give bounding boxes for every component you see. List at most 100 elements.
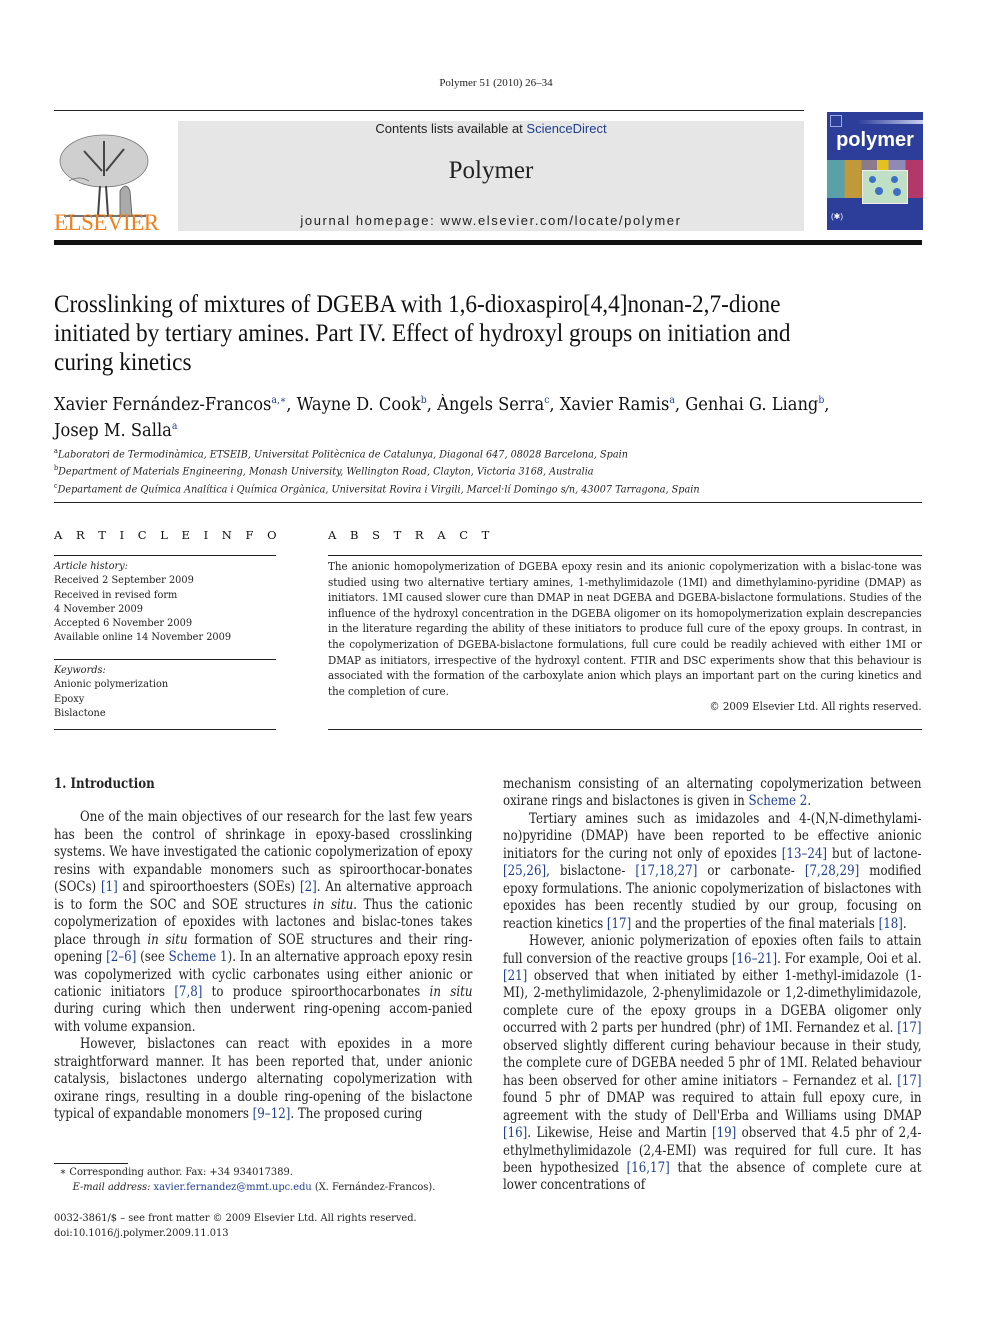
body-column-right: mechanism consisting of an alternating c…	[503, 776, 921, 1195]
citation-link[interactable]: [13–24]	[782, 846, 827, 862]
top-divider	[54, 110, 804, 111]
affiliation-item: cDepartament de Química Analítica i Quím…	[54, 481, 700, 496]
citation-link[interactable]: [18]	[879, 916, 903, 932]
text-run: found 5 phr of DMAP was required to atta…	[503, 1090, 922, 1124]
body-column-left: 1. Introduction One of the main objectiv…	[54, 776, 472, 1124]
citation-link[interactable]: [7,28,29]	[805, 863, 859, 879]
footnote-divider	[54, 1163, 128, 1164]
cover-publisher-icon: (✱)	[831, 212, 844, 221]
affiliation-list: aLaboratori de Termodinàmica, ETSEIB, Un…	[54, 444, 872, 496]
journal-cover-image[interactable]: polymer (✱)	[827, 112, 923, 230]
body-paragraph: mechanism consisting of an alternating c…	[503, 776, 921, 811]
doi-line[interactable]: doi:10.1016/j.polymer.2009.11.013	[54, 1226, 500, 1241]
text-run: and spiroorthoesters (SOEs)	[117, 879, 300, 896]
author[interactable]: Xavier Fernández-Francosa,∗,	[54, 395, 297, 415]
author[interactable]: Josep M. Sallaa	[54, 421, 177, 441]
body-paragraph: However, anionic polymerization of epoxi…	[503, 933, 921, 1195]
corresponding-author-note: ∗ Corresponding author. Fax: +34 9340173…	[59, 1166, 293, 1178]
cover-emblem-icon	[830, 115, 842, 127]
citation-link[interactable]: [21]	[503, 968, 527, 984]
citation-link[interactable]: [16,17]	[627, 1160, 670, 1176]
author[interactable]: Xavier Ramisa,	[560, 395, 686, 415]
citation-link[interactable]: [9–12]	[253, 1106, 291, 1122]
text-run: (see	[136, 949, 169, 966]
keyword-item: Anionic polymerization	[54, 678, 169, 691]
text-run: . The proposed curing	[290, 1106, 423, 1123]
cover-stripe	[857, 120, 923, 124]
citation-link[interactable]: [2]	[300, 879, 317, 895]
history-item: Received in revised form	[54, 588, 178, 601]
italic-text: in situ	[147, 931, 188, 948]
citation-link[interactable]: [2–6]	[106, 949, 136, 965]
section-heading: 1. Introduction	[54, 776, 155, 792]
citation-link[interactable]: [16–21]	[732, 951, 777, 967]
text-run: observed slightly different curing behav…	[503, 1037, 922, 1089]
affiliation-item: aLaboratori de Termodinàmica, ETSEIB, Un…	[54, 447, 628, 461]
journal-name: Polymer	[448, 157, 534, 184]
citation-link[interactable]: [19]	[712, 1125, 736, 1141]
email-label: E-mail address:	[72, 1181, 154, 1193]
text-run: mechanism consisting of an alternating c…	[503, 776, 922, 810]
header-thick-divider	[54, 240, 922, 245]
abstract-text: The anionic homopolymerization of DGEBA …	[328, 560, 922, 698]
citation-link[interactable]: [1]	[101, 879, 118, 895]
author[interactable]: Wayne D. Cookb,	[297, 395, 438, 415]
paragraphs: One of the main objectives of our resear…	[54, 809, 472, 1123]
email-note: E-mail address: xavier.fernandez@mmt.upc…	[54, 1180, 500, 1195]
text-run: but of lactone-	[827, 845, 922, 862]
citation-link[interactable]: [17]	[607, 916, 631, 932]
citation-link[interactable]: [7,8]	[174, 984, 202, 1000]
citation-link[interactable]: [25,26]	[503, 863, 546, 879]
text-run: .	[902, 915, 907, 932]
affiliation-item: bDepartment of Materials Engineering, Mo…	[54, 464, 594, 478]
citation-link[interactable]: [17]	[897, 1073, 921, 1089]
citation-link[interactable]: [17,18,27]	[635, 863, 697, 879]
history-item: Available online 14 November 2009	[54, 631, 232, 644]
abstract-divider	[328, 729, 922, 730]
journal-homepage-link[interactable]: journal homepage: www.elsevier.com/locat…	[178, 213, 804, 228]
elsevier-wordmark[interactable]: ELSEVIER	[54, 210, 159, 236]
body-paragraph: One of the main objectives of our resear…	[54, 809, 472, 1036]
author[interactable]: Àngels Serrac,	[437, 395, 560, 415]
citation-link[interactable]: [16]	[503, 1125, 527, 1141]
history-item: Accepted 6 November 2009	[54, 617, 193, 630]
abstract-body: The anionic homopolymerization of DGEBA …	[328, 559, 922, 715]
keywords-label: Keywords:	[54, 664, 106, 676]
keyword-item: Epoxy	[54, 692, 85, 705]
author[interactable]: Genhai G. Liangb,	[685, 395, 829, 415]
footnotes: ∗ Corresponding author. Fax: +34 9340173…	[54, 1165, 500, 1195]
body-paragraph: Tertiary amines such as imidazoles and 4…	[503, 811, 921, 933]
article-history: Article history: Received 2 September 20…	[54, 559, 277, 645]
body-paragraph: However, bislactones can react with epox…	[54, 1036, 472, 1123]
cover-inset-figure	[862, 170, 908, 204]
journal-masthead: Contents lists available at ScienceDirec…	[178, 121, 804, 231]
running-head: Polymer 51 (2010) 26–34	[439, 77, 553, 89]
cover-title: polymer	[836, 129, 914, 151]
issn-line: 0032-3861/$ – see front matter © 2009 El…	[54, 1212, 417, 1224]
contents-prefix: Contents lists available at	[375, 121, 527, 136]
text-run: . For example, Ooi et al.	[777, 950, 922, 967]
paragraphs: mechanism consisting of an alternating c…	[503, 776, 921, 1195]
article-info-divider	[54, 729, 276, 730]
email-suffix: (X. Fernández-Francos).	[311, 1181, 436, 1193]
contents-line: Contents lists available at ScienceDirec…	[178, 121, 804, 136]
abstract-copyright: © 2009 Elsevier Ltd. All rights reserved…	[709, 700, 922, 714]
article-info-divider	[54, 555, 276, 556]
history-label: Article history:	[54, 560, 128, 572]
author-list: Xavier Fernández-Francosa,∗, Wayne D. Co…	[54, 390, 872, 442]
citation-link[interactable]: [17]	[897, 1020, 921, 1036]
text-run: and the properties of the final material…	[631, 915, 879, 932]
sciencedirect-link[interactable]: ScienceDirect	[526, 121, 606, 136]
text-run: .	[807, 793, 812, 810]
abstract-heading: A B S T R A C T	[328, 528, 495, 542]
citation-link[interactable]: Scheme 2	[748, 793, 807, 809]
text-run: observed that when initiated by either 1…	[503, 967, 922, 1037]
affiliation-divider	[54, 502, 922, 503]
history-item: Received 2 September 2009	[54, 574, 194, 587]
author-affiliation-marker: a,∗	[271, 395, 287, 406]
text-run: or carbonate-	[697, 863, 805, 880]
keyword-item: Bislactone	[54, 706, 106, 719]
text-run: . Likewise, Heise and Martin	[527, 1125, 712, 1142]
citation-link[interactable]: Scheme 1	[169, 949, 228, 965]
email-link[interactable]: xavier.fernandez@mmt.upc.edu	[154, 1181, 312, 1193]
